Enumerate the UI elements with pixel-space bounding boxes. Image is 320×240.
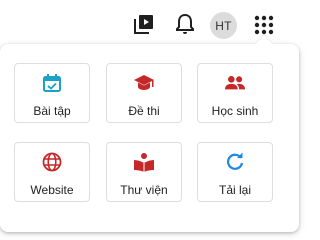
avatar-initials: HT (215, 18, 232, 33)
apps-menu-item-label: Thư viện (120, 183, 168, 197)
assignment-calendar-icon (41, 72, 63, 94)
apps-menu-item-website[interactable]: Website (14, 142, 90, 202)
apps-menu-item-bai-tap[interactable]: Bài tập (14, 63, 90, 123)
globe-icon (41, 151, 63, 173)
apps-menu-item-label: Học sinh (211, 104, 259, 118)
book-reader-icon (133, 151, 155, 173)
apps-menu-item-hoc-sinh[interactable]: Học sinh (197, 63, 273, 123)
apps-grid-icon[interactable] (251, 12, 277, 38)
apps-menu-item-label: Bài tập (33, 104, 71, 118)
apps-menu-item-de-thi[interactable]: Đề thi (106, 63, 182, 123)
apps-menu-item-tai-lai[interactable]: Tải lại (197, 142, 273, 202)
apps-menu-item-label: Website (30, 183, 74, 197)
notifications-icon[interactable] (173, 12, 197, 36)
people-icon (224, 72, 246, 94)
apps-menu-item-label: Tải lại (218, 183, 251, 197)
graduation-cap-icon (133, 72, 155, 94)
apps-menu-item-label: Đề thi (128, 104, 160, 118)
avatar[interactable]: HT (210, 12, 237, 39)
refresh-icon (224, 151, 246, 173)
video-library-icon[interactable] (132, 12, 156, 36)
app-root: HT Bài tập Đề thi Học sinh Website Thư v… (0, 0, 299, 232)
apps-menu-item-thu-vien[interactable]: Thư viện (106, 142, 182, 202)
